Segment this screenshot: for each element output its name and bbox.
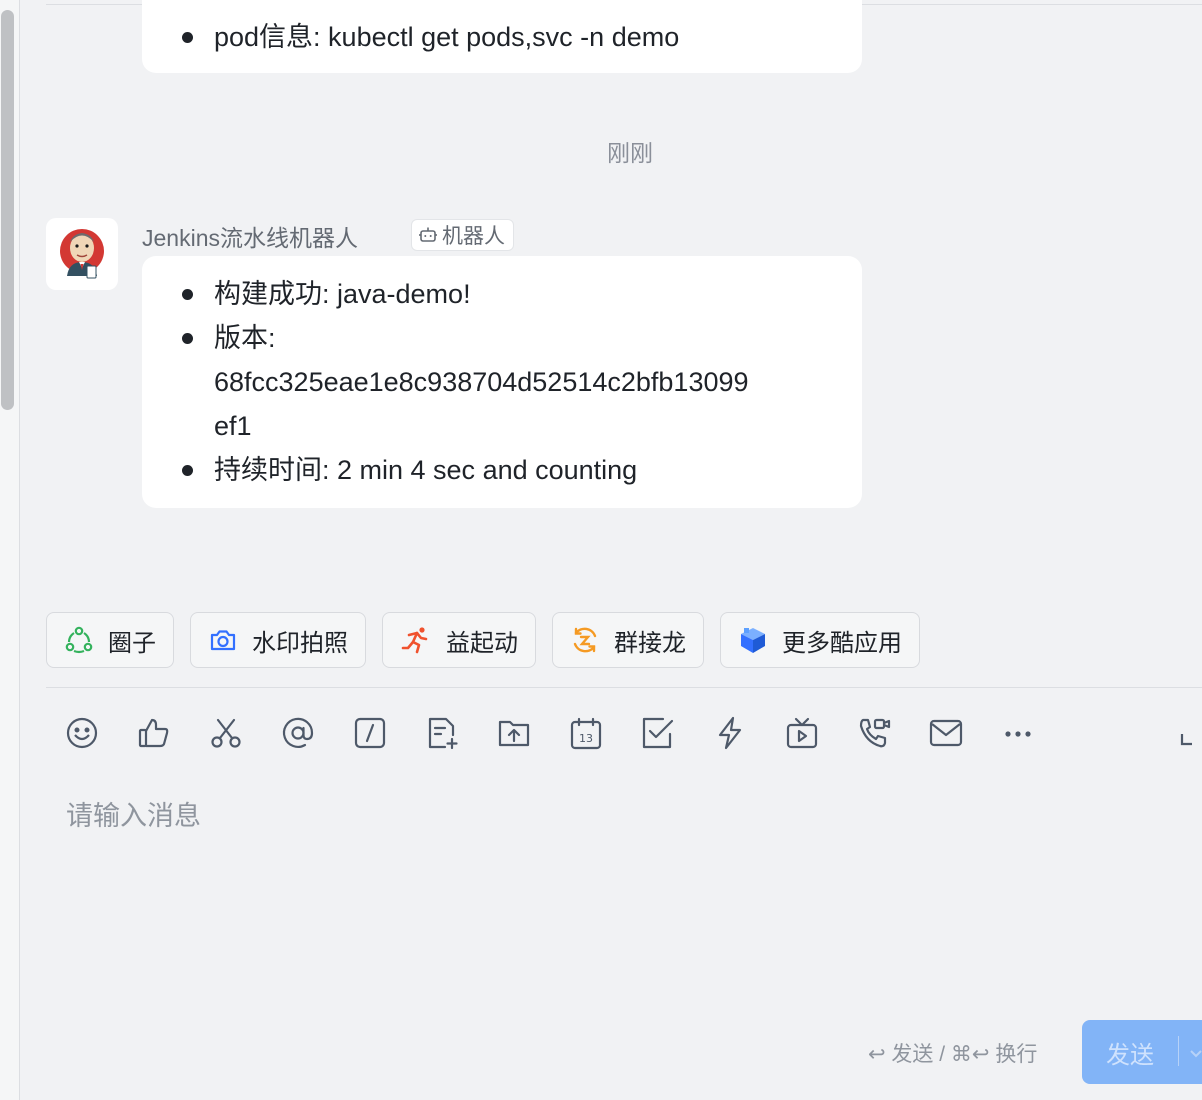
calendar-button[interactable]: 13 — [568, 714, 604, 752]
bullet-icon — [182, 465, 193, 476]
scissors-icon — [211, 718, 241, 748]
bot-badge-label: 机器人 — [442, 225, 505, 248]
app-chip-group-relay[interactable]: 群接龙 — [552, 612, 704, 668]
runner-icon — [401, 627, 428, 654]
send-split-divider — [1178, 1036, 1179, 1066]
thumbs-up-button[interactable] — [136, 714, 172, 752]
upload-folder-button[interactable] — [496, 714, 532, 752]
relay-icon — [573, 627, 597, 653]
version-hash-line1: 68fcc325eae1e8c938704d52514c2bfb13099 — [214, 367, 749, 397]
mail-icon — [929, 719, 963, 747]
expand-composer-button[interactable] — [1178, 718, 1202, 748]
send-button-label: 发送 — [1106, 1041, 1154, 1069]
send-shortcut-hint: ↩ 发送 / ⌘↩ 换行 — [868, 1043, 1038, 1066]
composer-divider — [46, 687, 1202, 688]
video-call-button[interactable] — [856, 714, 892, 752]
svg-text:13: 13 — [579, 732, 593, 745]
app-chip-label: 水印拍照 — [252, 629, 348, 657]
bot-badge: 机器人 — [411, 219, 514, 251]
avatar[interactable] — [46, 218, 118, 290]
message-input[interactable] — [66, 796, 1166, 836]
video-call-icon — [859, 718, 891, 748]
circle-icon — [65, 626, 93, 654]
message-timestamp: 刚刚 — [607, 140, 653, 166]
live-button[interactable] — [784, 714, 820, 752]
app-chip-circle[interactable]: 圈子 — [46, 612, 174, 668]
build-status-text: 构建成功: java-demo! — [214, 279, 471, 309]
list-item: pod信息: kubectl get pods,svc -n demo — [142, 15, 862, 59]
bullet-icon — [182, 289, 193, 300]
app-chip-label: 群接龙 — [614, 629, 686, 657]
robot-icon — [419, 227, 437, 242]
new-doc-icon — [428, 717, 458, 750]
app-chip-watermark-camera[interactable]: 水印拍照 — [190, 612, 366, 668]
task-check-icon — [642, 717, 674, 749]
message-list: 构建成功: java-demo! 版本: 68fcc325eae1e8c9387… — [142, 272, 862, 492]
chevron-down-icon — [1190, 1050, 1202, 1058]
send-options-button[interactable] — [1190, 1046, 1202, 1064]
version-hash: 68fcc325eae1e8c938704d52514c2bfb13099 — [142, 360, 862, 404]
bot-message-bubble: 构建成功: java-demo! 版本: 68fcc325eae1e8c9387… — [142, 256, 862, 508]
at-icon — [282, 717, 314, 748]
slash-command-icon — [354, 717, 386, 749]
bullet-icon — [182, 333, 193, 344]
version-hash-cont: ef1 — [142, 404, 862, 448]
task-button[interactable] — [640, 714, 676, 752]
app-chip-more-apps[interactable]: 更多酷应用 — [720, 612, 920, 668]
more-button[interactable] — [1000, 714, 1036, 752]
flash-icon — [718, 716, 742, 750]
emoji-icon — [66, 717, 98, 749]
list-item: 构建成功: java-demo! — [142, 272, 862, 316]
previous-message-list: pod信息: kubectl get pods,svc -n demo — [142, 15, 862, 59]
list-item: 持续时间: 2 min 4 sec and counting — [142, 448, 862, 492]
slash-command-button[interactable] — [352, 714, 388, 752]
composer-toolbar: 13 — [64, 714, 1036, 752]
send-button[interactable]: 发送 — [1082, 1020, 1202, 1084]
sender-name: Jenkins流水线机器人 — [142, 225, 358, 251]
mention-button[interactable] — [280, 714, 316, 752]
jenkins-logo-icon — [60, 229, 104, 279]
live-tv-icon — [786, 717, 818, 749]
app-chip-yiqidong[interactable]: 益起动 — [382, 612, 536, 668]
app-chip-label: 圈子 — [108, 629, 156, 657]
screenshot-button[interactable] — [208, 714, 244, 752]
mail-button[interactable] — [928, 714, 964, 752]
app-shortcuts: 圈子 水印拍照 益起动 群接龙 更多酷应用 — [46, 612, 920, 668]
app-chip-label: 益起动 — [446, 629, 518, 657]
camera-icon — [210, 630, 236, 651]
version-label: 版本: — [214, 323, 276, 353]
previous-message-bubble: pod信息: kubectl get pods,svc -n demo — [142, 0, 862, 73]
thumbs-up-icon — [138, 718, 169, 748]
new-doc-button[interactable] — [424, 714, 460, 752]
expand-icon — [1180, 734, 1192, 746]
bullet-icon — [182, 32, 193, 43]
scrollbar-thumb[interactable] — [1, 10, 14, 410]
emoji-button[interactable] — [64, 714, 100, 752]
duration-text: 持续时间: 2 min 4 sec and counting — [214, 455, 638, 485]
calendar-icon: 13 — [570, 717, 602, 750]
app-chip-label: 更多酷应用 — [782, 629, 902, 657]
list-item: 版本: — [142, 316, 862, 360]
list-item-text: pod信息: kubectl get pods,svc -n demo — [214, 22, 680, 52]
cube-icon — [741, 628, 765, 653]
more-icon — [1005, 731, 1031, 737]
upload-folder-icon — [498, 720, 530, 747]
flash-button[interactable] — [712, 714, 748, 752]
version-hash-line2: ef1 — [214, 411, 252, 441]
